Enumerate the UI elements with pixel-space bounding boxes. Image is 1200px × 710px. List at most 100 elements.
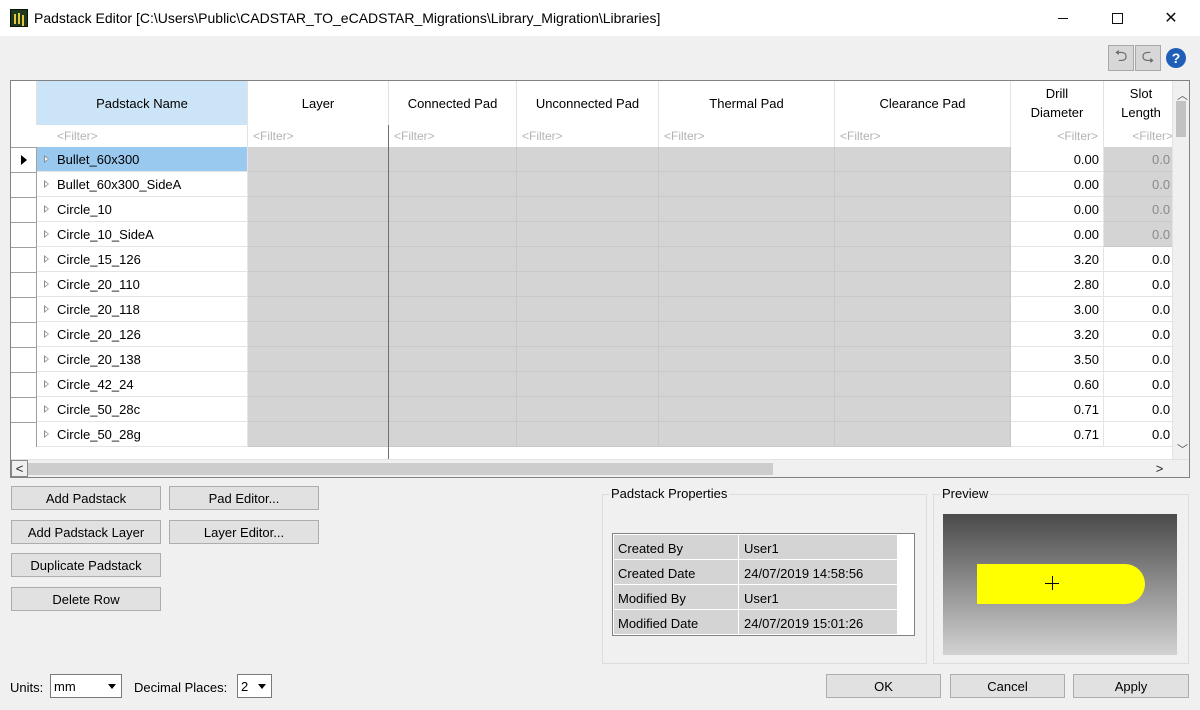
unconnected-pad-cell[interactable] bbox=[517, 297, 659, 322]
table-row[interactable]: Bullet_60x300 0.00 0.0 bbox=[37, 147, 1179, 172]
undo-button[interactable]: ⮌ bbox=[1108, 45, 1134, 71]
layer-cell[interactable] bbox=[248, 197, 389, 222]
thermal-pad-cell[interactable] bbox=[659, 322, 835, 347]
connected-pad-cell[interactable] bbox=[389, 272, 517, 297]
layer-editor-button[interactable]: Layer Editor... bbox=[169, 520, 319, 544]
clearance-pad-cell[interactable] bbox=[835, 247, 1011, 272]
table-row[interactable]: Circle_15_126 3.20 0.0 bbox=[37, 247, 1179, 272]
expand-arrow-icon[interactable] bbox=[44, 355, 49, 363]
help-button[interactable]: ? bbox=[1166, 48, 1186, 68]
row-header[interactable] bbox=[11, 247, 37, 272]
scroll-right-button[interactable]: > bbox=[1151, 460, 1168, 477]
unconnected-pad-cell[interactable] bbox=[517, 397, 659, 422]
unconnected-pad-cell[interactable] bbox=[517, 247, 659, 272]
drill-diameter-cell[interactable]: 0.60 bbox=[1011, 372, 1104, 397]
table-row[interactable]: Circle_20_126 3.20 0.0 bbox=[37, 322, 1179, 347]
connected-pad-cell[interactable] bbox=[389, 297, 517, 322]
horizontal-scroll-thumb[interactable] bbox=[28, 463, 773, 475]
thermal-pad-cell[interactable] bbox=[659, 297, 835, 322]
column-header-unconnected-pad[interactable]: Unconnected Pad bbox=[517, 81, 659, 125]
padstack-name-cell[interactable]: Circle_20_126 bbox=[37, 322, 248, 347]
row-header[interactable] bbox=[11, 347, 37, 372]
padstack-grid[interactable]: Padstack Name Layer Connected Pad Unconnect… bbox=[10, 80, 1190, 478]
drill-diameter-cell[interactable]: 3.20 bbox=[1011, 247, 1104, 272]
slot-length-cell[interactable]: 0.0 bbox=[1104, 197, 1179, 222]
filter-layer[interactable]: <Filter> bbox=[248, 125, 389, 147]
row-header[interactable] bbox=[11, 172, 37, 197]
row-header[interactable] bbox=[11, 197, 37, 222]
filter-connected-pad[interactable]: <Filter> bbox=[389, 125, 517, 147]
expand-arrow-icon[interactable] bbox=[44, 330, 49, 338]
unconnected-pad-cell[interactable] bbox=[517, 422, 659, 447]
row-header[interactable] bbox=[11, 222, 37, 247]
padstack-name-cell[interactable]: Circle_20_118 bbox=[37, 297, 248, 322]
row-header[interactable] bbox=[11, 422, 37, 447]
row-header[interactable] bbox=[11, 147, 37, 172]
padstack-name-cell[interactable]: Circle_20_138 bbox=[37, 347, 248, 372]
table-row[interactable]: Circle_20_138 3.50 0.0 bbox=[37, 347, 1179, 372]
expand-arrow-icon[interactable] bbox=[44, 405, 49, 413]
slot-length-cell[interactable]: 0.0 bbox=[1104, 347, 1179, 372]
clearance-pad-cell[interactable] bbox=[835, 397, 1011, 422]
slot-length-cell[interactable]: 0.0 bbox=[1104, 372, 1179, 397]
padstack-name-cell[interactable]: Circle_20_110 bbox=[37, 272, 248, 297]
redo-button[interactable]: ⮎ bbox=[1135, 45, 1161, 71]
apply-button[interactable]: Apply bbox=[1073, 674, 1189, 698]
expand-arrow-icon[interactable] bbox=[44, 430, 49, 438]
column-header-connected-pad[interactable]: Connected Pad bbox=[389, 81, 517, 125]
unconnected-pad-cell[interactable] bbox=[517, 272, 659, 297]
connected-pad-cell[interactable] bbox=[389, 422, 517, 447]
clearance-pad-cell[interactable] bbox=[835, 297, 1011, 322]
thermal-pad-cell[interactable] bbox=[659, 147, 835, 172]
close-button[interactable]: ✕ bbox=[1148, 0, 1194, 36]
unconnected-pad-cell[interactable] bbox=[517, 197, 659, 222]
thermal-pad-cell[interactable] bbox=[659, 222, 835, 247]
scroll-left-button[interactable]: < bbox=[11, 460, 28, 477]
expand-arrow-icon[interactable] bbox=[44, 305, 49, 313]
unconnected-pad-cell[interactable] bbox=[517, 147, 659, 172]
padstack-name-cell[interactable]: Circle_10 bbox=[37, 197, 248, 222]
padstack-name-cell[interactable]: Circle_10_SideA bbox=[37, 222, 248, 247]
clearance-pad-cell[interactable] bbox=[835, 172, 1011, 197]
filter-slot-length[interactable]: <Filter> bbox=[1104, 125, 1179, 147]
drill-diameter-cell[interactable]: 0.00 bbox=[1011, 197, 1104, 222]
drill-diameter-cell[interactable]: 0.71 bbox=[1011, 422, 1104, 447]
connected-pad-cell[interactable] bbox=[389, 222, 517, 247]
slot-length-cell[interactable]: 0.0 bbox=[1104, 422, 1179, 447]
layer-cell[interactable] bbox=[248, 322, 389, 347]
connected-pad-cell[interactable] bbox=[389, 397, 517, 422]
slot-length-cell[interactable]: 0.0 bbox=[1104, 222, 1179, 247]
row-header[interactable] bbox=[11, 322, 37, 347]
clearance-pad-cell[interactable] bbox=[835, 222, 1011, 247]
table-row[interactable]: Circle_20_110 2.80 0.0 bbox=[37, 272, 1179, 297]
slot-length-cell[interactable]: 0.0 bbox=[1104, 172, 1179, 197]
row-header[interactable] bbox=[11, 372, 37, 397]
padstack-name-cell[interactable]: Circle_50_28c bbox=[37, 397, 248, 422]
unconnected-pad-cell[interactable] bbox=[517, 372, 659, 397]
column-header-thermal-pad[interactable]: Thermal Pad bbox=[659, 81, 835, 125]
layer-cell[interactable] bbox=[248, 297, 389, 322]
drill-diameter-cell[interactable]: 3.50 bbox=[1011, 347, 1104, 372]
drill-diameter-cell[interactable]: 2.80 bbox=[1011, 272, 1104, 297]
filter-padstack-name[interactable]: <Filter> bbox=[37, 125, 248, 147]
units-select[interactable]: mm bbox=[50, 674, 122, 698]
unconnected-pad-cell[interactable] bbox=[517, 347, 659, 372]
thermal-pad-cell[interactable] bbox=[659, 397, 835, 422]
maximize-button[interactable] bbox=[1094, 0, 1140, 36]
connected-pad-cell[interactable] bbox=[389, 347, 517, 372]
minimize-button[interactable] bbox=[1040, 0, 1086, 36]
drill-diameter-cell[interactable]: 0.71 bbox=[1011, 397, 1104, 422]
table-row[interactable]: Circle_10 0.00 0.0 bbox=[37, 197, 1179, 222]
drill-diameter-cell[interactable]: 0.00 bbox=[1011, 147, 1104, 172]
add-padstack-button[interactable]: Add Padstack bbox=[11, 486, 161, 510]
layer-cell[interactable] bbox=[248, 422, 389, 447]
decimal-places-select[interactable]: 2 bbox=[237, 674, 272, 698]
column-header-slot-length[interactable]: Slot Length bbox=[1104, 81, 1179, 125]
table-row[interactable]: Circle_42_24 0.60 0.0 bbox=[37, 372, 1179, 397]
expand-arrow-icon[interactable] bbox=[44, 155, 49, 163]
clearance-pad-cell[interactable] bbox=[835, 322, 1011, 347]
column-header-drill-diameter[interactable]: Drill Diameter bbox=[1011, 81, 1104, 125]
slot-length-cell[interactable]: 0.0 bbox=[1104, 397, 1179, 422]
expand-arrow-icon[interactable] bbox=[44, 380, 49, 388]
expand-arrow-icon[interactable] bbox=[44, 280, 49, 288]
